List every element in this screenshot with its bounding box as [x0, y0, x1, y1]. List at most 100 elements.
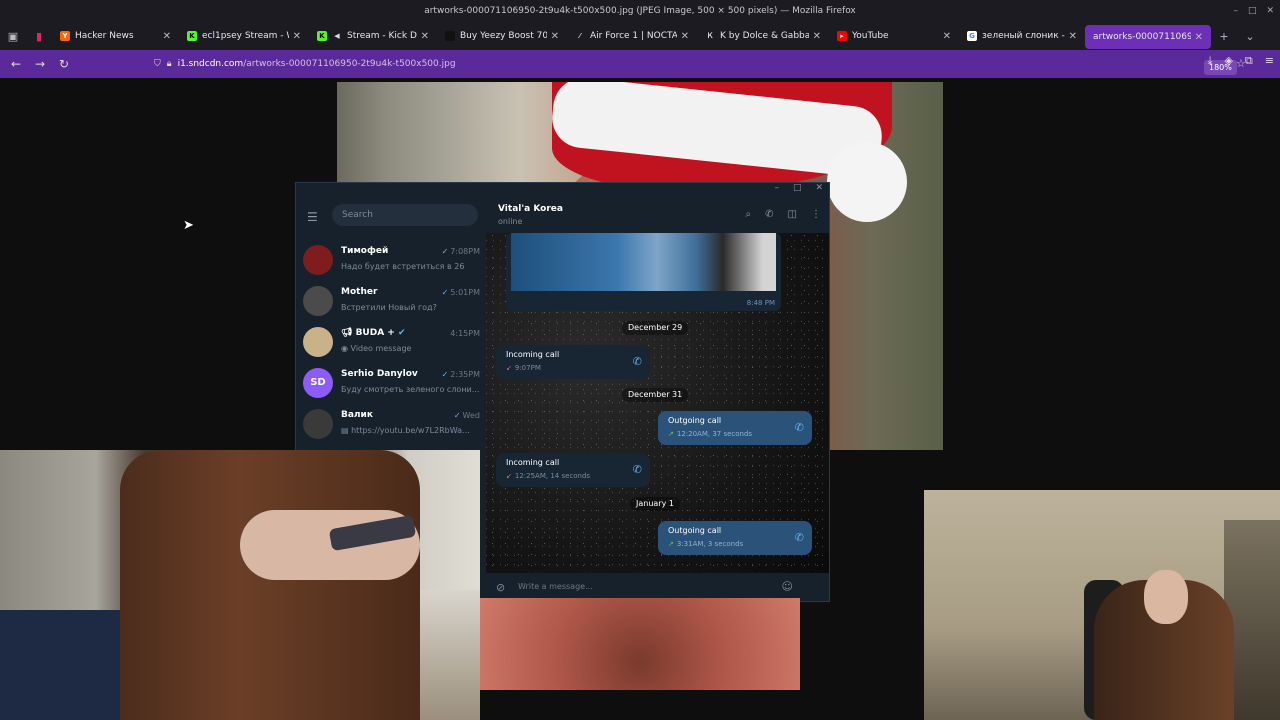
- url-host: i1.sndcdn.com: [177, 59, 244, 69]
- tab-label: YouTube: [852, 31, 889, 41]
- maximize-icon[interactable]: □: [793, 183, 802, 193]
- page-content: – □ ✕ ☰ Search Тимофей ✓ 7:08PM Надо буде…: [0, 78, 1280, 720]
- extensions-puzzle-icon[interactable]: ⧉: [1245, 54, 1253, 68]
- tab-google-search[interactable]: G зеленый слоник - Пои ✕: [959, 22, 1085, 50]
- chat-item-mother[interactable]: Mother ✓ 5:01PM Встретили Новый год?: [296, 282, 486, 323]
- call-details: ↗ 3:31AM, 3 seconds: [668, 540, 743, 548]
- yeezy-favicon-icon: [445, 31, 455, 41]
- back-icon[interactable]: ←: [4, 57, 28, 71]
- speaker-icon[interactable]: ◀: [332, 31, 342, 41]
- chat-header[interactable]: Vital'a Korea online ⌕ ✆ ◫ ⋮: [486, 197, 829, 233]
- conversation-panel: Vital'a Korea online ⌕ ✆ ◫ ⋮ 8:48 PM Dec…: [486, 197, 829, 601]
- close-icon[interactable]: ✕: [815, 183, 823, 193]
- message-time: 8:48 PM: [746, 299, 775, 307]
- tab-list-icon[interactable]: ⌄: [1237, 22, 1263, 50]
- tab-strip: ▣ ▮ Y Hacker News ✕ K ecl1psey Stream - …: [0, 22, 1280, 50]
- reload-icon[interactable]: ↻: [52, 57, 76, 71]
- chat-time-text: 2:35PM: [450, 370, 480, 379]
- tab-label: Buy Yeezy Boost 700: h: [460, 31, 547, 41]
- chat-item-serhio[interactable]: SD Serhio Danylov ✓ 2:35PM Буду смотреть …: [296, 364, 486, 405]
- call-details-text: 12:25AM, 14 seconds: [514, 472, 591, 480]
- read-check-icon: ✓: [453, 411, 461, 420]
- search-input[interactable]: Search: [332, 204, 478, 226]
- date-separator: December 29: [622, 321, 689, 335]
- tab-nocta[interactable]: ⁄ Air Force 1 | NOCTA ✕: [567, 22, 697, 50]
- phone-icon[interactable]: ✆: [765, 209, 773, 220]
- pinned-tab-icon[interactable]: ▮: [26, 22, 52, 50]
- avatar: SD: [303, 368, 333, 398]
- tab-close-icon[interactable]: ✕: [1069, 31, 1077, 42]
- url-bar[interactable]: ⛉ 🔒︎ i1.sndcdn.com/artworks-000071106950…: [154, 54, 1246, 75]
- search-icon[interactable]: ⌕: [746, 209, 752, 220]
- hacker-news-favicon-icon: Y: [60, 31, 70, 41]
- read-check-icon: ✓: [441, 288, 449, 297]
- tab-artworks-image[interactable]: artworks-000071106950-2 ✕: [1085, 25, 1211, 49]
- nike-favicon-icon: ⁄: [579, 32, 581, 40]
- tab-label: зеленый слоник - Пои: [982, 31, 1065, 41]
- photo-message[interactable]: 8:48 PM: [506, 233, 781, 311]
- lock-icon[interactable]: 🔒︎: [167, 59, 172, 69]
- date-separator: January 1: [630, 497, 680, 511]
- tab-kick-stream[interactable]: K ecl1psey Stream - Wat ✕: [179, 22, 309, 50]
- call-back-icon[interactable]: ✆: [795, 421, 804, 434]
- tab-close-icon[interactable]: ✕: [163, 31, 171, 42]
- tab-close-icon[interactable]: ✕: [813, 31, 821, 42]
- chat-header-status: online: [498, 217, 523, 226]
- new-tab-icon[interactable]: +: [1211, 22, 1237, 50]
- chat-preview: ◉ Video message: [341, 344, 481, 353]
- download-icon[interactable]: ⤓: [1208, 54, 1213, 68]
- tab-dolce-gabbana[interactable]: Ｋ K by Dolce & Gabbana ✕: [697, 22, 829, 50]
- attach-icon[interactable]: ⊘: [496, 581, 505, 594]
- emoji-icon[interactable]: ☺: [782, 580, 793, 593]
- chat-time: ✓ 5:01PM: [442, 288, 480, 297]
- channel-icon: 📢︎: [341, 328, 356, 338]
- tab-close-icon[interactable]: ✕: [551, 31, 559, 42]
- youtube-favicon-icon: ▸: [837, 31, 847, 41]
- tab-close-icon[interactable]: ✕: [681, 31, 689, 42]
- window-titlebar: artworks-000071106950-2t9u4k-t500x500.jp…: [0, 0, 1280, 22]
- forward-icon[interactable]: →: [28, 57, 52, 71]
- call-back-icon[interactable]: ✆: [795, 531, 804, 544]
- window-controls: – □ ✕: [1233, 0, 1274, 22]
- chat-name: Валик: [341, 410, 373, 420]
- tab-hacker-news[interactable]: Y Hacker News ✕: [52, 22, 179, 50]
- call-label: Outgoing call: [668, 526, 722, 535]
- tab-kick-dashboard[interactable]: K ◀ Stream - Kick Dashb ✕: [309, 22, 437, 50]
- minimize-icon[interactable]: –: [1233, 0, 1238, 22]
- tab-close-icon[interactable]: ✕: [421, 31, 429, 42]
- call-message-incoming[interactable]: Incoming call ↙ 12:25AM, 14 seconds ✆: [496, 453, 650, 487]
- dg-favicon-icon: Ｋ: [706, 32, 714, 40]
- extension-icon[interactable]: ◈: [1224, 54, 1232, 68]
- tab-close-icon[interactable]: ✕: [1195, 32, 1203, 43]
- shield-icon[interactable]: ⛉: [154, 59, 161, 69]
- menu-icon[interactable]: ≡: [1265, 54, 1274, 68]
- more-options-icon[interactable]: ⋮: [811, 209, 821, 220]
- call-message-incoming[interactable]: Incoming call ↙ 9:07PM ✆: [496, 345, 650, 379]
- tab-yeezy[interactable]: Buy Yeezy Boost 700: h ✕: [437, 22, 567, 50]
- tab-youtube[interactable]: ▸ YouTube ✕: [829, 22, 959, 50]
- firefox-view-icon[interactable]: ▣: [0, 22, 26, 50]
- tab-close-icon[interactable]: ✕: [943, 31, 951, 42]
- video-message-icon: ◉: [341, 344, 351, 353]
- close-window-icon[interactable]: ✕: [1266, 0, 1274, 22]
- tab-close-icon[interactable]: ✕: [293, 31, 301, 42]
- chat-item-valik[interactable]: Валик ✓ Wed ▤ https://youtu.be/w7L2RbWa..…: [296, 405, 486, 446]
- tab-label: ecl1psey Stream - Wat: [202, 31, 289, 41]
- webcam-head: [1144, 570, 1188, 624]
- call-back-icon[interactable]: ✆: [633, 463, 642, 476]
- call-message-outgoing[interactable]: Outgoing call ↗ 12:20AM, 37 seconds ✆: [658, 411, 812, 445]
- minimize-icon[interactable]: –: [774, 183, 779, 193]
- maximize-icon[interactable]: □: [1248, 0, 1257, 22]
- call-back-icon[interactable]: ✆: [633, 355, 642, 368]
- incoming-arrow-icon: ↙: [506, 364, 512, 372]
- hamburger-menu-icon[interactable]: ☰: [307, 210, 318, 224]
- chat-item-buda[interactable]: 📢︎ BUDA + ✔ 4:15PM ◉ Video message: [296, 323, 486, 364]
- call-details: ↗ 12:20AM, 37 seconds: [668, 430, 752, 438]
- call-label: Incoming call: [506, 458, 560, 467]
- webcam-bed: [0, 610, 140, 720]
- chat-item-timofey[interactable]: Тимофей ✓ 7:08PM Надо будет встретиться в…: [296, 241, 486, 282]
- call-details-text: 9:07PM: [514, 364, 541, 372]
- message-input[interactable]: Write a message...: [518, 582, 593, 591]
- sidebar-toggle-icon[interactable]: ◫: [788, 209, 797, 220]
- call-message-outgoing[interactable]: Outgoing call ↗ 3:31AM, 3 seconds ✆: [658, 521, 812, 555]
